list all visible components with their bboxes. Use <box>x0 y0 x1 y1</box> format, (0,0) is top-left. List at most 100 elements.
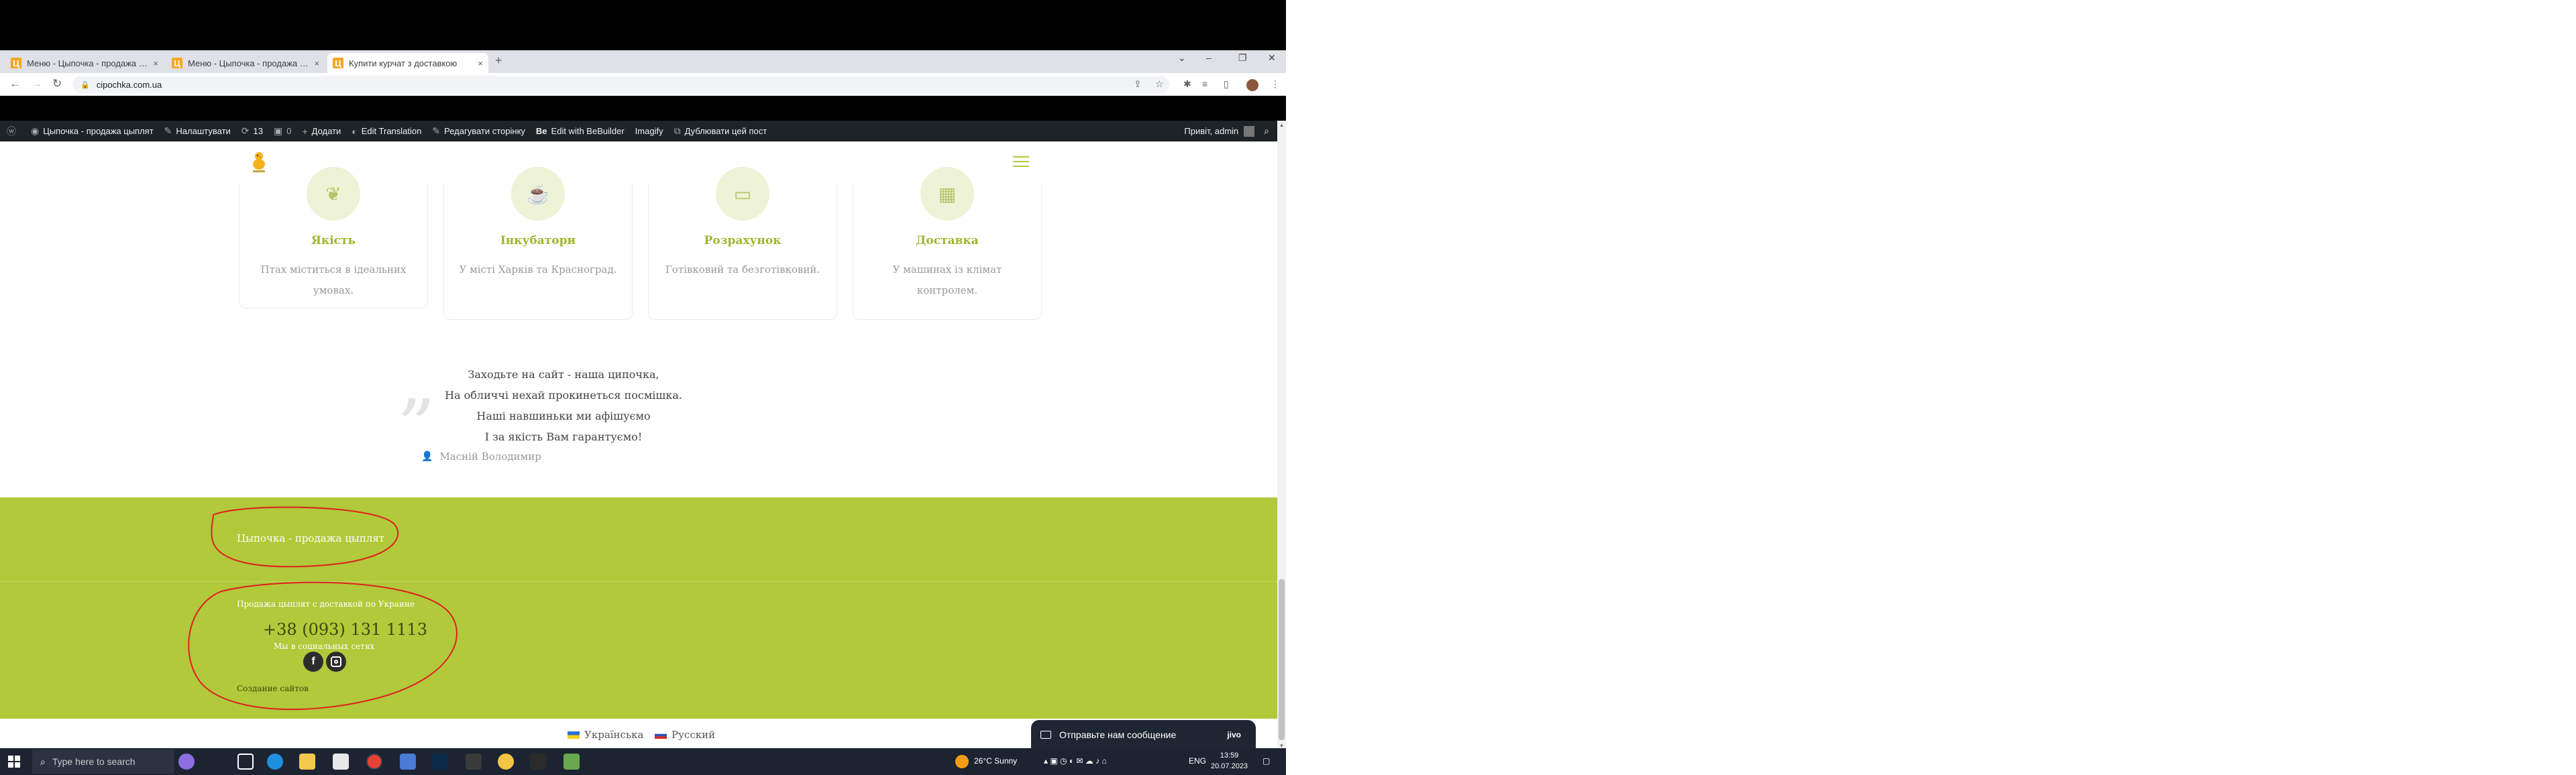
chat-label: Отправьте нам сообщение <box>1059 729 1177 740</box>
wordpress-logo-icon[interactable]: ⓦ <box>7 125 20 138</box>
app-icon[interactable] <box>564 754 580 770</box>
scroll-thumb[interactable] <box>1279 579 1285 740</box>
cup-icon: ☕ <box>511 167 565 221</box>
reading-list-icon[interactable]: ≡ <box>1202 78 1208 89</box>
screen-content: Ц Меню - Цыпочка - продажа цыпл × Ц Меню… <box>0 0 1286 775</box>
ukraine-flag-icon <box>568 731 580 739</box>
tab-label: Купити курчат з доставкою <box>349 58 458 68</box>
close-tab-icon[interactable]: × <box>478 58 483 68</box>
leaf-icon: ❦ <box>307 167 360 221</box>
lang-russian[interactable]: Русский <box>655 729 715 741</box>
favicon-icon: Ц <box>11 58 21 68</box>
admin-customize-link[interactable]: ✎ Налаштувати <box>164 125 231 137</box>
admin-edit-translation-link[interactable]: ◐ Edit Translation <box>352 126 421 137</box>
wp-admin-bar: ⓦ ◉ Цыпочка - продажа цыплят ✎ Налаштувати… <box>0 121 1277 141</box>
admin-avatar[interactable] <box>1244 125 1255 137</box>
minimize-icon[interactable]: – <box>1206 52 1212 63</box>
edge-icon[interactable] <box>267 754 283 770</box>
feature-text: У місті Харків та Красноград. <box>459 263 617 276</box>
page-scrollbar[interactable]: ▲ ▼ <box>1277 121 1286 752</box>
copilot-icon[interactable] <box>178 754 195 770</box>
restore-icon[interactable]: ❐ <box>1238 52 1247 64</box>
admin-search-icon[interactable]: ⌕ <box>1264 125 1269 137</box>
wallet-icon: ▭ <box>716 167 769 221</box>
close-window-icon[interactable]: ✕ <box>1268 52 1276 64</box>
red-annotation-circles <box>188 506 458 711</box>
scroll-up-icon[interactable]: ▲ <box>1277 122 1286 128</box>
app-icon[interactable] <box>400 754 416 770</box>
admin-imagify-link[interactable]: Imagify <box>635 126 663 136</box>
admin-edit-page-link[interactable]: ✎ Редагувати сторінку <box>432 125 525 137</box>
menu-kebab-icon[interactable]: ⋮ <box>1271 78 1280 90</box>
taskbar-search[interactable]: ⌕ Type here to search <box>32 750 174 774</box>
chrome-icon[interactable] <box>366 754 382 770</box>
weather-text[interactable]: 26°C Sunny <box>974 756 1017 766</box>
file-explorer-icon[interactable] <box>299 754 315 770</box>
task-view-icon[interactable] <box>237 754 254 770</box>
terminal-icon[interactable] <box>530 754 546 770</box>
lang-ukrainian[interactable]: Українська <box>568 729 643 741</box>
url-text: cipochka.com.ua <box>96 79 162 90</box>
close-tab-icon[interactable]: × <box>314 58 319 68</box>
admin-add-new-link[interactable]: + Додати <box>302 126 341 137</box>
admin-duplicate-link[interactable]: ⧉ Дублювати цей пост <box>674 125 767 137</box>
side-panel-icon[interactable]: ▯ <box>1224 78 1229 90</box>
feature-text: Готівковий та безготівковий. <box>665 263 820 276</box>
new-tab-button[interactable]: + <box>495 54 502 68</box>
profile-avatar[interactable] <box>1246 79 1258 91</box>
share-icon[interactable]: ⇪ <box>1134 78 1142 90</box>
back-icon[interactable]: ← <box>9 77 21 91</box>
translation-icon: ◐ <box>352 125 358 137</box>
quote-author: 👤 Масній Володимир <box>421 451 541 463</box>
windows-start-icon[interactable] <box>8 756 20 768</box>
bookmark-star-icon[interactable]: ☆ <box>1155 78 1164 90</box>
forward-icon[interactable]: → <box>31 77 42 91</box>
feature-card: ▭ Розрахунок Готівковий та безготівковий… <box>648 167 837 320</box>
admin-comments-link[interactable]: ▣ 0 <box>274 125 291 137</box>
tab-label: Меню - Цыпочка - продажа цыпл <box>27 58 150 68</box>
address-bar[interactable]: 🔒 cipochka.com.ua <box>72 76 1169 93</box>
tray-icons[interactable]: ▴ ▣ ◷ ◐ ✉ ☁ ♪ ⌂ <box>1044 756 1107 766</box>
media-icon[interactable] <box>466 754 482 770</box>
quote-line: Наші навшиньки ми афішуємо <box>476 410 651 422</box>
site-header <box>0 141 1277 184</box>
close-tab-icon[interactable]: × <box>153 58 158 68</box>
taskbar-clock[interactable]: 13:59 20.07.2023 <box>1211 750 1248 772</box>
admin-updates-link[interactable]: ⟳ 13 <box>241 125 263 137</box>
extensions-icon[interactable]: ✱ <box>1183 78 1191 90</box>
admin-greeting[interactable]: Привіт, admin <box>1184 126 1238 136</box>
feature-card: ▦ Доставка У машинах із клімат контролем… <box>853 167 1042 320</box>
app-icon[interactable] <box>498 754 514 770</box>
store-icon[interactable] <box>333 754 349 770</box>
chick-logo-icon[interactable] <box>251 150 267 174</box>
browser-tab-1[interactable]: Ц Меню - Цыпочка - продажа цыпл × <box>5 53 164 73</box>
quote-line: Заходьте на сайт - наша ципочка, <box>468 368 659 381</box>
photoshop-icon[interactable] <box>432 754 448 770</box>
reload-icon[interactable]: ↻ <box>52 77 62 91</box>
dashboard-icon: ◉ <box>31 125 40 136</box>
plus-icon: + <box>302 125 308 137</box>
admin-bebuilder-link[interactable]: Be Edit with BeBuilder <box>536 126 625 136</box>
browser-tab-active[interactable]: Ц Купити курчат з доставкою × <box>327 53 488 73</box>
screen: Ц Меню - Цыпочка - продажа цыпл × Ц Меню… <box>0 0 2576 775</box>
admin-site-link[interactable]: ◉ Цыпочка - продажа цыплят <box>31 125 154 137</box>
box-icon: ▦ <box>920 167 974 221</box>
quote-line: На обличчі нехай прокинеться посмішка. <box>445 389 682 402</box>
feature-text: Птах міститься в ідеальних умовах. <box>260 263 407 296</box>
input-language[interactable]: ENG <box>1189 756 1206 766</box>
hamburger-menu-icon[interactable] <box>1013 156 1029 168</box>
feature-card: ❦ Якість Птах міститься в ідеальних умов… <box>239 167 428 308</box>
browser-tab-2[interactable]: Ц Меню - Цыпочка - продажа цыпл × <box>166 53 325 73</box>
favicon-icon: Ц <box>333 58 343 68</box>
tab-search-icon[interactable]: ⌄ <box>1178 52 1186 64</box>
notifications-icon[interactable]: ▢ <box>1263 756 1270 766</box>
blank-area <box>1286 0 2576 775</box>
jivo-chat-widget[interactable]: Отправьте нам сообщение jivo <box>1031 720 1256 750</box>
browser-toolbar: ← → ↻ 🔒 cipochka.com.ua ⇪ ☆ ✱ ≡ ▯ ⋮ <box>0 73 1286 96</box>
updates-icon: ⟳ <box>241 125 250 136</box>
person-icon: 👤 <box>421 451 433 462</box>
feature-text: У машинах із клімат контролем. <box>892 263 1002 296</box>
feature-title: Доставка <box>916 234 979 247</box>
admin-account-area: Привіт, admin ⌕ <box>1184 121 1269 141</box>
weather-sun-icon[interactable] <box>955 755 969 768</box>
